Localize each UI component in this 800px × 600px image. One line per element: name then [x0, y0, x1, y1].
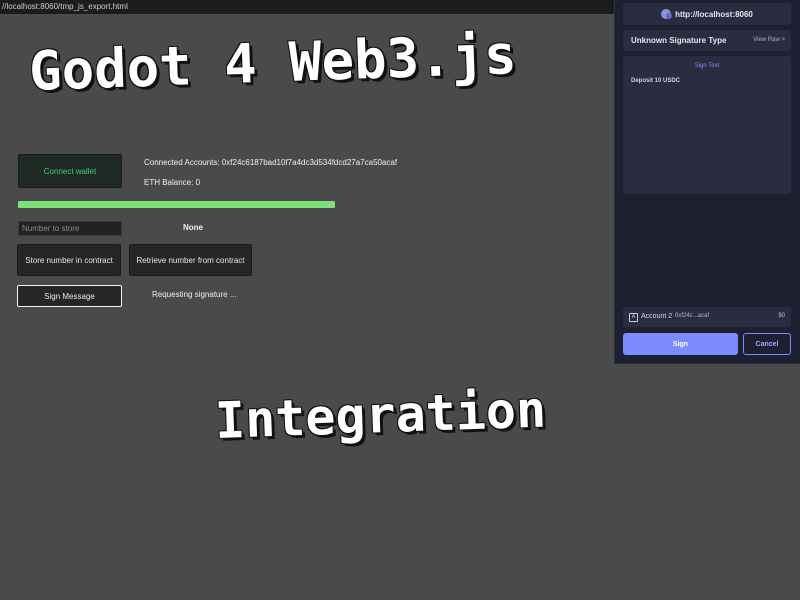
site-icon — [661, 9, 673, 19]
connect-wallet-button[interactable]: Connect wallet — [18, 154, 122, 188]
sign-message-panel: Sign Text Deposit 10 USDC — [623, 56, 791, 194]
wallet-origin: http://localhost:8060 — [623, 3, 791, 25]
sign-message-button[interactable]: Sign Message — [17, 285, 122, 307]
status-text: Requesting signature ... — [152, 290, 237, 299]
wallet-sign-button[interactable]: Sign — [623, 333, 738, 355]
retrieve-number-button[interactable]: Retrieve number from contract — [129, 244, 252, 276]
account-address: 0xf24c...acaf — [675, 313, 710, 319]
title-caption-line2: Integration — [214, 380, 547, 450]
account-icon: A — [629, 313, 638, 322]
progress-bar-fill — [18, 201, 335, 208]
account-selector[interactable]: A Account 2 0xf24c...acaf $0 — [623, 307, 791, 327]
wallet-origin-url: http://localhost:8060 — [675, 9, 753, 19]
wallet-popup: http://localhost:8060 Unknown Signature … — [614, 0, 800, 364]
progress-bar — [18, 201, 335, 208]
signature-type-label: Unknown Signature Type — [631, 36, 727, 45]
number-to-store-input[interactable] — [18, 221, 122, 236]
wallet-cancel-button[interactable]: Cancel — [743, 333, 791, 355]
eth-balance-label: ETH Balance: 0 — [144, 178, 201, 187]
stored-number-value: None — [183, 223, 203, 232]
store-number-button[interactable]: Store number in contract — [17, 244, 121, 276]
connected-accounts-label: Connected Accounts: 0xf24c6187bad10f7a4d… — [144, 158, 398, 167]
sign-message-text: Deposit 10 USDC — [631, 78, 681, 84]
title-caption-line1: Godot 4 Web3.js — [28, 22, 518, 103]
account-name: Account 2 — [641, 313, 673, 320]
browser-url[interactable]: //localhost:8060/tmp_js_export.html — [2, 2, 128, 11]
account-balance: $0 — [778, 313, 785, 319]
view-raw-link[interactable]: View Raw > — [753, 37, 785, 43]
signature-type-row: Unknown Signature Type View Raw > — [623, 30, 791, 51]
sign-text-title: Sign Text — [694, 63, 720, 69]
